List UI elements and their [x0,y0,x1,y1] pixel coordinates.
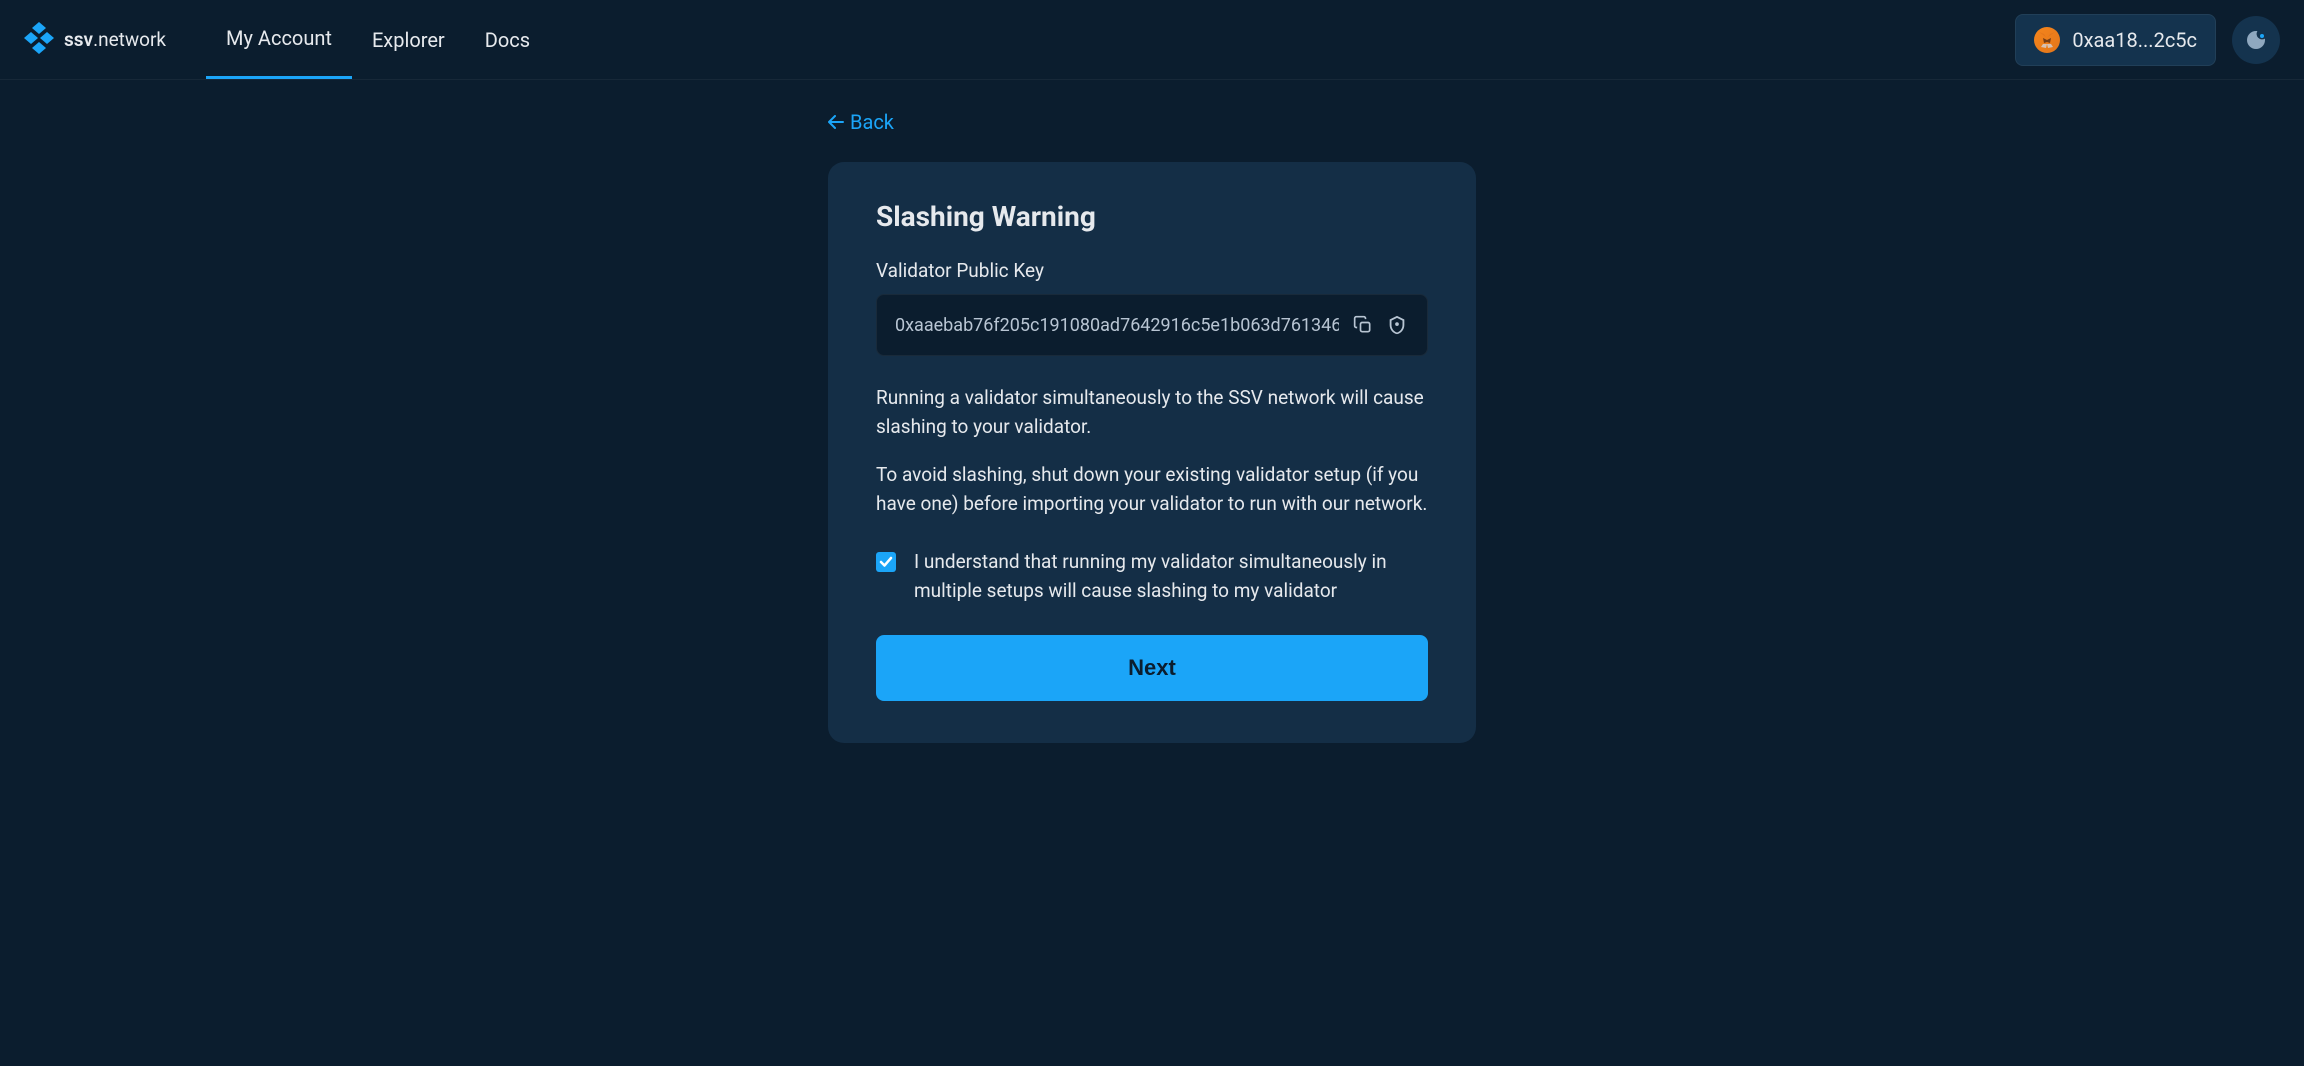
content-wrapper: Back Slashing Warning Validator Public K… [828,110,1476,743]
slashing-warning-card: Slashing Warning Validator Public Key 0x… [828,162,1476,743]
consent-row: I understand that running my validator s… [876,548,1428,605]
arrow-left-icon [828,115,844,129]
logo[interactable]: ssv.network [24,20,166,60]
header: ssv.network My Account Explorer Docs 0xa… [0,0,2304,80]
wallet-address: 0xaa18...2c5c [2072,28,2197,52]
copy-icon [1353,315,1373,335]
copy-button[interactable] [1351,313,1375,337]
public-key-value: 0xaaebab76f205c191080ad7642916c5e1b063d7… [895,315,1339,336]
nav-docs[interactable]: Docs [465,0,550,79]
back-link-label: Back [850,110,894,134]
warning-paragraph-1: Running a validator simultaneously to th… [876,384,1428,441]
wallet-button[interactable]: 0xaa18...2c5c [2015,14,2216,66]
key-actions [1351,313,1409,337]
public-key-label: Validator Public Key [876,259,1428,282]
header-right: 0xaa18...2c5c [2015,14,2280,66]
logo-icon [24,20,54,60]
check-icon [879,555,893,569]
next-button[interactable]: Next [876,635,1428,701]
nav: My Account Explorer Docs [206,0,550,79]
back-link[interactable]: Back [828,110,1476,134]
public-key-box: 0xaaebab76f205c191080ad7642916c5e1b063d7… [876,294,1428,356]
card-title: Slashing Warning [876,200,1428,233]
metamask-icon [2034,27,2060,53]
header-left: ssv.network My Account Explorer Docs [24,0,550,79]
external-link-button[interactable] [1385,313,1409,337]
consent-checkbox[interactable] [876,552,896,572]
moon-icon [2244,28,2268,52]
nav-explorer[interactable]: Explorer [352,0,465,79]
consent-label: I understand that running my validator s… [914,548,1428,605]
main: Back Slashing Warning Validator Public K… [0,80,2304,773]
beacon-icon [1386,314,1408,336]
logo-text: ssv.network [64,28,166,51]
warning-paragraph-2: To avoid slashing, shut down your existi… [876,461,1428,518]
nav-my-account[interactable]: My Account [206,0,352,79]
theme-toggle[interactable] [2232,16,2280,64]
